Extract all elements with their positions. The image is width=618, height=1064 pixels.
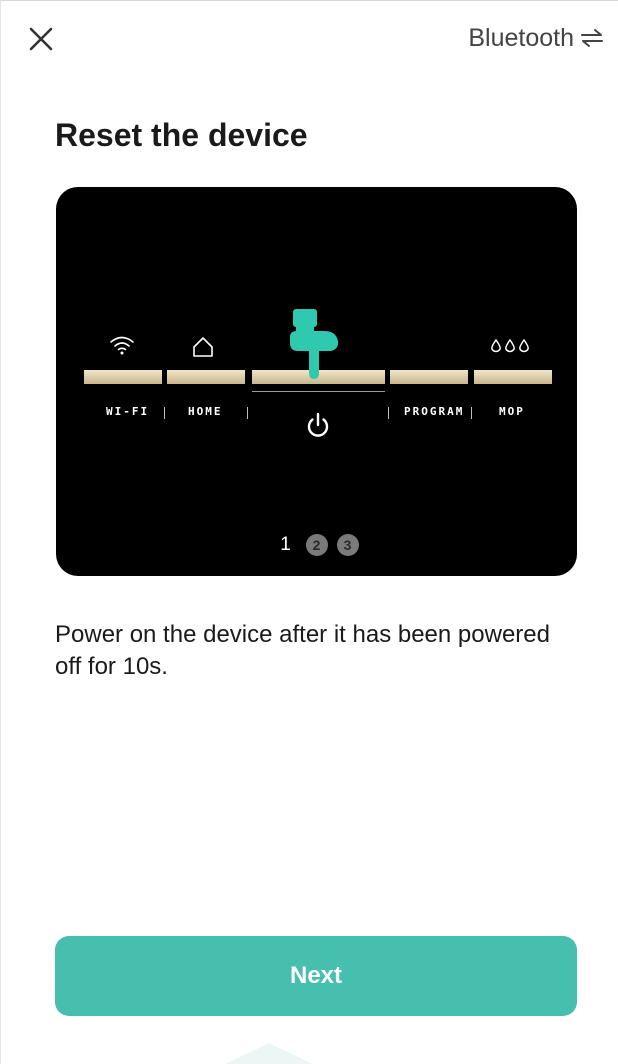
program-label: PROGRAM — [404, 405, 465, 418]
next-button[interactable]: Next — [55, 936, 577, 1016]
home-label: HOME — [188, 405, 223, 418]
step-1-indicator: 1 — [280, 534, 291, 555]
close-button[interactable] — [23, 21, 59, 57]
switch-arrows-icon — [581, 29, 603, 47]
pointing-hand-icon — [290, 309, 339, 379]
step-2-indicator: 2 — [305, 534, 328, 556]
power-underline — [252, 391, 385, 392]
bottom-edge-decoration — [219, 1043, 319, 1064]
close-icon — [29, 27, 53, 51]
page-title: Reset the device — [55, 117, 308, 153]
instruction-text: Power on the device after it has been po… — [55, 621, 550, 680]
home-icon — [193, 337, 213, 357]
wifi-bar — [84, 370, 162, 384]
reset-device-screen: Bluetooth Reset the device WI-FI HOME PR… — [0, 0, 618, 1064]
separator — [388, 407, 389, 419]
power-icon — [307, 412, 329, 437]
step-3-indicator: 3 — [336, 534, 359, 556]
step-indicator: 1 2 3 — [56, 534, 577, 556]
bluetooth-mode-toggle[interactable]: Bluetooth — [468, 21, 604, 55]
program-bar — [390, 370, 468, 384]
separator — [471, 407, 472, 419]
mop-bar — [474, 370, 552, 384]
wifi-icon — [110, 336, 134, 355]
home-bar — [167, 370, 245, 384]
mode-label: Bluetooth — [468, 23, 574, 52]
device-panel-illustration: WI-FI HOME PROGRAM MOP 1 2 3 — [56, 187, 577, 576]
mop-label: MOP — [499, 405, 525, 418]
wifi-label: WI-FI — [106, 405, 150, 418]
separator — [247, 407, 248, 419]
separator — [164, 407, 165, 419]
water-drops-icon — [491, 338, 529, 353]
